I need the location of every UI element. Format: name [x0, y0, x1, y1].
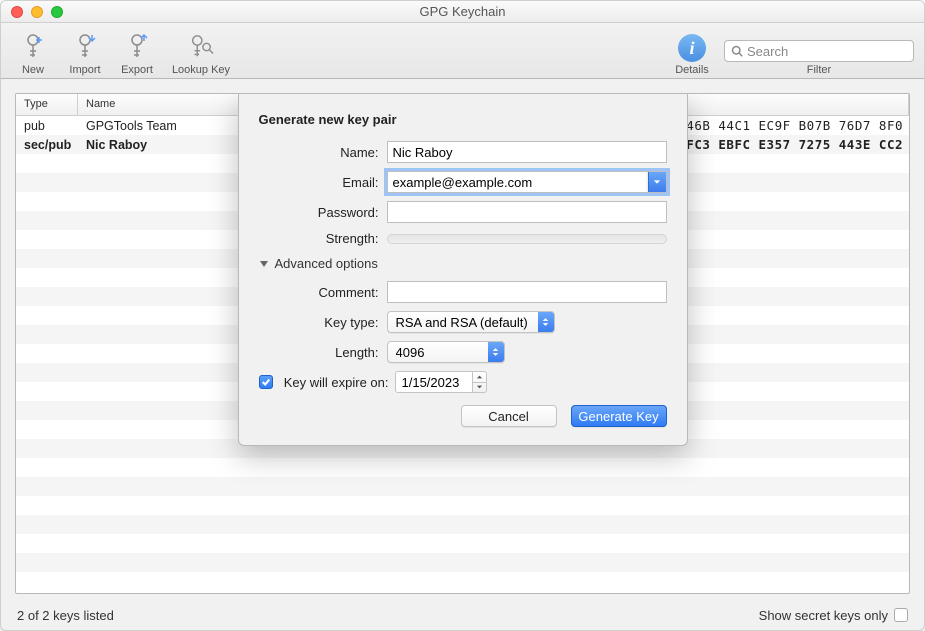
- comment-input[interactable]: [387, 281, 667, 303]
- cell-fingerprint: 46B 44C1 EC9F B07B 76D7 8F0: [678, 118, 909, 133]
- new-key-sheet: Generate new key pair Name: Email:: [238, 94, 688, 446]
- key-search-icon: [188, 32, 214, 62]
- toolbar-label: Lookup Key: [172, 64, 230, 76]
- generate-key-button[interactable]: Generate Key: [571, 405, 667, 427]
- advanced-disclosure[interactable]: Advanced options: [259, 256, 667, 271]
- expire-label: Key will expire on:: [279, 375, 389, 390]
- chevron-down-icon[interactable]: [648, 172, 666, 192]
- keytype-select[interactable]: RSA and RSA (default): [387, 311, 555, 333]
- toolbar-label: Export: [121, 64, 153, 76]
- table-row-empty: [16, 553, 909, 572]
- name-input[interactable]: [387, 141, 667, 163]
- table-row-empty: [16, 496, 909, 515]
- search-icon: [731, 45, 743, 57]
- window-controls: [11, 6, 63, 18]
- email-combo[interactable]: [387, 171, 667, 193]
- new-key-button[interactable]: New: [11, 32, 55, 76]
- titlebar: GPG Keychain: [1, 1, 924, 23]
- cell-fingerprint: FC3 EBFC E357 7275 443E CC2: [678, 137, 909, 152]
- toolbar-group-left: New Import Export Lookup Key: [11, 32, 235, 76]
- key-down-icon: [72, 32, 98, 62]
- cell-type: sec/pub: [16, 138, 78, 152]
- cell-type: pub: [16, 119, 78, 133]
- status-bar: 2 of 2 keys listed Show secret keys only: [1, 600, 924, 630]
- info-icon: i: [678, 34, 706, 62]
- search-input[interactable]: Search: [724, 40, 914, 62]
- zoom-window-button[interactable]: [51, 6, 63, 18]
- step-up-icon[interactable]: [473, 372, 486, 383]
- status-text: 2 of 2 keys listed: [17, 608, 114, 623]
- comment-label: Comment:: [259, 285, 387, 300]
- strength-meter: [387, 234, 667, 244]
- show-secret-toggle[interactable]: Show secret keys only: [759, 608, 908, 623]
- expire-date-input[interactable]: [395, 371, 473, 393]
- export-key-button[interactable]: Export: [115, 32, 159, 76]
- window-title: GPG Keychain: [1, 4, 924, 19]
- table-row-empty: [16, 515, 909, 534]
- date-stepper[interactable]: [473, 371, 487, 393]
- strength-label: Strength:: [259, 231, 387, 246]
- content-area: Type Name pubGPGTools Team46B 44C1 EC9F …: [1, 79, 924, 630]
- toolbar-label: Filter: [807, 64, 831, 76]
- password-label: Password:: [259, 205, 387, 220]
- length-select[interactable]: 4096: [387, 341, 505, 363]
- toolbar: New Import Export Lookup Key: [1, 23, 924, 79]
- toolbar-label: Details: [675, 64, 709, 76]
- toolbar-label: New: [22, 64, 44, 76]
- disclosure-triangle-icon: [259, 259, 269, 269]
- step-down-icon[interactable]: [473, 383, 486, 393]
- show-secret-checkbox[interactable]: [894, 608, 908, 622]
- import-key-button[interactable]: Import: [63, 32, 107, 76]
- details-button[interactable]: i Details: [670, 34, 714, 76]
- minimize-window-button[interactable]: [31, 6, 43, 18]
- expire-checkbox[interactable]: [259, 375, 273, 389]
- check-icon: [261, 377, 271, 387]
- toolbar-group-right: i Details Search Filter: [670, 34, 914, 76]
- password-input[interactable]: [387, 201, 667, 223]
- key-plus-icon: [20, 32, 46, 62]
- table-row-empty: [16, 534, 909, 553]
- toolbar-label: Import: [69, 64, 100, 76]
- email-input[interactable]: [388, 172, 646, 192]
- column-type[interactable]: Type: [16, 94, 78, 115]
- email-label: Email:: [259, 175, 387, 190]
- search-placeholder: Search: [747, 44, 788, 59]
- key-up-icon: [124, 32, 150, 62]
- name-label: Name:: [259, 145, 387, 160]
- cancel-button[interactable]: Cancel: [461, 405, 557, 427]
- table-row-empty: [16, 458, 909, 477]
- show-secret-label: Show secret keys only: [759, 608, 888, 623]
- keytype-label: Key type:: [259, 315, 387, 330]
- advanced-label: Advanced options: [275, 256, 378, 271]
- sheet-title: Generate new key pair: [259, 112, 667, 127]
- key-table: Type Name pubGPGTools Team46B 44C1 EC9F …: [15, 93, 910, 594]
- app-window: GPG Keychain New Import Export: [0, 0, 925, 631]
- lookup-key-button[interactable]: Lookup Key: [167, 32, 235, 76]
- length-label: Length:: [259, 345, 387, 360]
- table-row-empty: [16, 477, 909, 496]
- close-window-button[interactable]: [11, 6, 23, 18]
- expire-row: Key will expire on:: [259, 371, 667, 393]
- search-wrap: Search Filter: [724, 40, 914, 76]
